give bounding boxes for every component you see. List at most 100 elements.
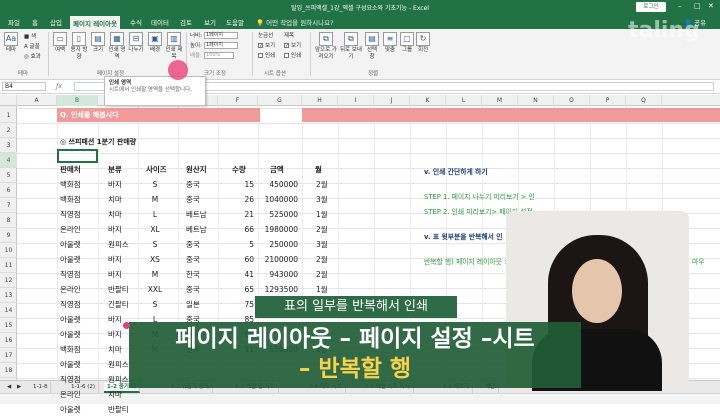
table-cell[interactable]: 중국 (186, 253, 200, 266)
gridlines-print-checkbox[interactable]: 인쇄 (258, 52, 275, 60)
table-cell[interactable]: 중국 (186, 178, 200, 191)
selection-pane-button[interactable]: ▤ 선택 창 (364, 32, 380, 61)
row-header[interactable]: 15 (0, 318, 17, 333)
table-cell[interactable]: S (145, 238, 165, 251)
tab-scroll-right-icon[interactable]: ▶ (14, 382, 24, 393)
row-header[interactable]: 18 (0, 363, 17, 378)
table-cell[interactable]: 치마 (108, 388, 122, 401)
column-header[interactable]: B (57, 95, 98, 106)
row-header[interactable]: 11 (0, 258, 17, 273)
table-cell[interactable]: 1980000 (260, 223, 298, 236)
print-titles-button[interactable]: ▥ 인쇄 제목 (165, 32, 183, 61)
row-header[interactable]: 2 (0, 123, 17, 138)
table-cell[interactable]: 525000 (260, 208, 298, 221)
row-header[interactable]: 6 (0, 183, 17, 198)
gridlines-view-checkbox[interactable]: ✓ 보기 (258, 42, 275, 50)
row-header[interactable]: 5 (0, 168, 17, 183)
table-cell[interactable]: 75 (216, 298, 254, 311)
column-header[interactable]: I (338, 95, 374, 106)
column-header[interactable]: N (518, 95, 554, 106)
table-cell[interactable]: 아울렛 (60, 313, 81, 326)
table-cell[interactable]: 반팔티 (108, 283, 129, 296)
table-cell[interactable]: 백화점 (60, 193, 81, 206)
table-cell[interactable] (260, 388, 298, 401)
table-cell[interactable] (216, 403, 254, 416)
row-header[interactable]: 3 (0, 138, 17, 153)
sheet-tab[interactable]: 1-1-8 (30, 382, 52, 393)
row-header[interactable]: 8 (0, 213, 17, 228)
table-cell[interactable]: 아울렛 (60, 238, 81, 251)
table-cell[interactable]: 65 (216, 283, 254, 296)
table-cell[interactable]: S (145, 298, 165, 311)
table-cell[interactable]: 온라인 (60, 223, 81, 236)
table-cell[interactable]: 직영점 (60, 373, 81, 386)
table-cell[interactable] (145, 403, 165, 416)
orientation-button[interactable]: ▯ 용지 방향 (70, 32, 88, 61)
table-cell[interactable]: 아울렛 (60, 253, 81, 266)
table-cell[interactable]: 베트남 (186, 223, 207, 236)
row-header[interactable]: 13 (0, 288, 17, 303)
table-cell[interactable]: XXL (145, 283, 165, 296)
row-header[interactable]: 16 (0, 333, 17, 348)
table-cell[interactable]: 원피스 (108, 373, 129, 386)
table-cell[interactable]: 일본 (186, 298, 200, 311)
table-cell[interactable]: 바지 (108, 223, 122, 236)
table-cell[interactable]: 직영점 (60, 208, 81, 221)
row-header[interactable]: 10 (0, 243, 17, 258)
row-header[interactable]: 4 (0, 153, 17, 168)
table-cell[interactable]: 백화점 (60, 178, 81, 191)
headings-print-checkbox[interactable]: 인쇄 (284, 52, 301, 60)
table-cell[interactable]: 60 (216, 253, 254, 266)
table-cell[interactable]: 아울렛 (60, 358, 81, 371)
table-cell[interactable]: 온라인 (60, 283, 81, 296)
column-header[interactable]: G (258, 95, 302, 106)
table-cell[interactable]: L (145, 208, 165, 221)
themes-button[interactable]: Aa 테마 (4, 32, 18, 54)
table-cell[interactable]: 1월 (316, 283, 328, 296)
table-cell[interactable]: 41 (216, 268, 254, 281)
group-button[interactable]: ▢ 그룹 (400, 32, 414, 54)
margins-button[interactable]: ▭ 여백 (51, 32, 69, 54)
tab-insert[interactable]: 삽입 (50, 17, 62, 27)
table-cell[interactable]: 3월 (316, 238, 328, 251)
table-cell[interactable]: XL (145, 223, 165, 236)
table-cell[interactable]: 21 (216, 208, 254, 221)
table-cell[interactable]: M (145, 268, 165, 281)
table-cell[interactable]: 943000 (260, 268, 298, 281)
select-all-corner[interactable] (0, 95, 17, 106)
background-button[interactable]: ▣ 배경 (146, 32, 164, 54)
table-cell[interactable]: 1040000 (260, 193, 298, 206)
send-backward-button[interactable]: ⧉ 뒤로 보내기 (340, 32, 362, 61)
tab-review[interactable]: 검토 (180, 17, 192, 27)
table-cell[interactable]: 반팔티 (108, 403, 129, 416)
tab-formulas[interactable]: 수식 (130, 17, 142, 27)
headings-view-checkbox[interactable]: ✓ 보기 (284, 42, 301, 50)
table-cell[interactable]: 26 (216, 193, 254, 206)
login-button[interactable]: 로그인 (636, 2, 666, 12)
table-cell[interactable]: 중국 (186, 283, 200, 296)
table-cell[interactable]: 2100000 (260, 253, 298, 266)
selected-cell[interactable] (57, 149, 98, 163)
table-cell[interactable]: 원피스 (108, 358, 129, 371)
table-cell[interactable]: 1293500 (260, 283, 298, 296)
table-cell[interactable]: 아울렛 (60, 328, 81, 341)
table-cell[interactable] (216, 388, 254, 401)
rotate-button[interactable]: ↻ 회전 (416, 32, 430, 54)
table-cell[interactable]: 66 (216, 223, 254, 236)
align-button[interactable]: ≡ 맞춤 (382, 32, 398, 54)
scale-percent-field[interactable]: 배율: 100% (190, 52, 234, 60)
row-header[interactable]: 1 (0, 108, 17, 123)
table-cell[interactable]: 2월 (316, 268, 328, 281)
bring-forward-button[interactable]: ⧉ 앞으로 가져오기 (314, 32, 338, 61)
table-cell[interactable]: 250000 (260, 238, 298, 251)
table-cell[interactable]: 치마 (108, 343, 122, 356)
print-area-button[interactable]: ▦ 인쇄 영역 (108, 32, 126, 61)
column-header[interactable]: M (482, 95, 518, 106)
table-cell[interactable]: 중국 (186, 193, 200, 206)
scale-width-field[interactable]: 너비: 1페이지 (190, 32, 238, 40)
row-header[interactable]: 14 (0, 303, 17, 318)
row-header[interactable]: 9 (0, 228, 17, 243)
table-cell[interactable]: 5 (216, 238, 254, 251)
tab-page-layout[interactable]: 페이지 레이아웃 (70, 16, 121, 29)
row-header[interactable]: 7 (0, 198, 17, 213)
